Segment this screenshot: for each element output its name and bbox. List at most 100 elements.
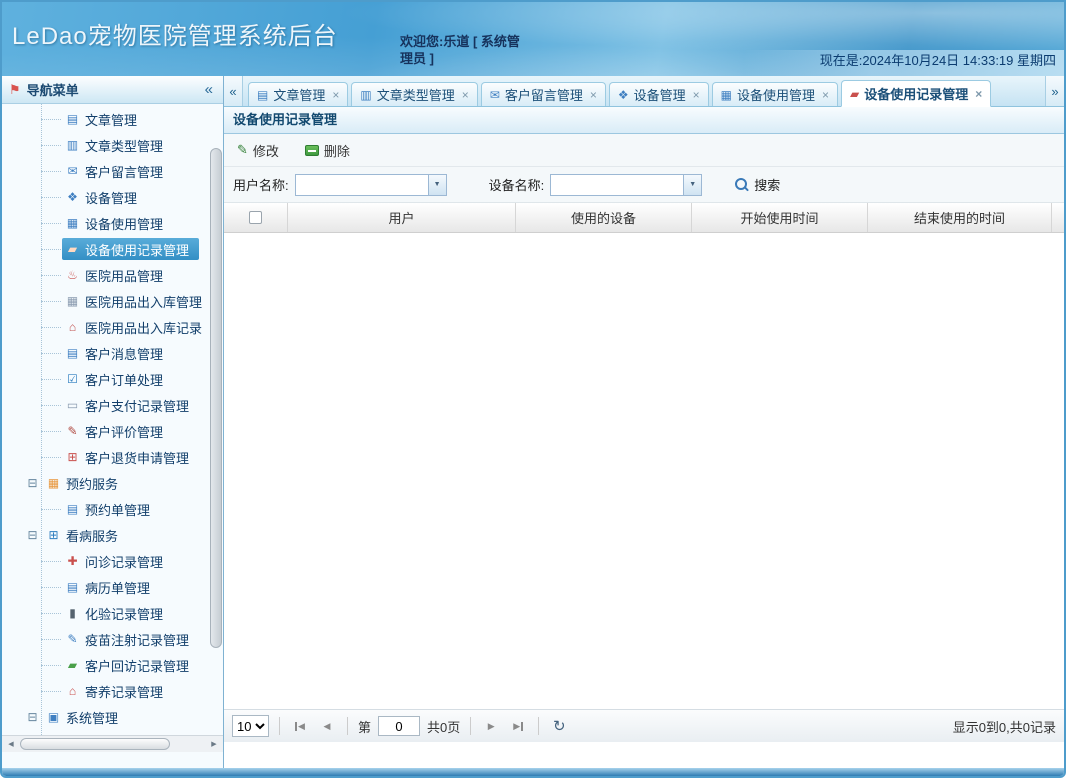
sidebar-item-article-mgmt[interactable]: ▤文章管理	[2, 106, 223, 132]
sidebar-item-supplies-inout-record[interactable]: ⌂医院用品出入库记录	[2, 314, 223, 340]
window-bottom-edge	[2, 768, 1064, 776]
sidebar-item-device-usage-record-mgmt[interactable]: ▰设备使用记录管理	[2, 236, 223, 262]
scroll-right-arrow-icon[interactable]: ▶	[207, 740, 221, 748]
tab-article-type-mgmt[interactable]: ▥文章类型管理×	[351, 82, 477, 106]
sidebar-item-supplies-inout-mgmt[interactable]: ▦医院用品出入库管理	[2, 288, 223, 314]
tab-label: 客户留言管理	[505, 85, 583, 104]
tab-device-usage-mgmt[interactable]: ▦设备使用管理×	[712, 82, 838, 106]
article-icon: ▤	[64, 112, 81, 126]
vaccine-record-icon: ✎	[64, 632, 81, 646]
article-type-icon: ▥	[360, 88, 371, 102]
tree-collapse-icon[interactable]: ⊟	[26, 711, 39, 723]
combo-arrow-icon[interactable]: ▼	[428, 175, 446, 195]
tabs-scroll-left-button[interactable]: «	[224, 76, 243, 106]
device-name-input[interactable]	[551, 175, 683, 195]
pager-separator	[347, 717, 348, 735]
tabs-scroll-right-button[interactable]: »	[1045, 76, 1064, 106]
sidebar-item-lab-record-mgmt[interactable]: ▮化验记录管理	[2, 600, 223, 626]
tab-close-icon[interactable]: ×	[693, 88, 700, 102]
current-datetime: 现在是:2024年10月24日 14:33:19 星期四	[820, 50, 1056, 69]
sidebar-item-medical-service[interactable]: ⊟⊞看病服务	[2, 522, 223, 548]
sidebar-item-customer-order-mgmt[interactable]: ☑客户订单处理	[2, 366, 223, 392]
edit-button-label: 修改	[253, 141, 279, 160]
sidebar-item-payment-record-mgmt[interactable]: ▭客户支付记录管理	[2, 392, 223, 418]
vertical-scroll-thumb[interactable]	[210, 148, 222, 648]
sidebar-item-label: 客户留言管理	[85, 162, 163, 181]
page-size-select[interactable]: 10	[232, 715, 269, 737]
combo-arrow-icon[interactable]: ▼	[683, 175, 701, 195]
sidebar-item-customer-comments-mgmt[interactable]: ✉客户留言管理	[2, 158, 223, 184]
sidebar-item-label: 疫苗注射记录管理	[85, 630, 189, 649]
sidebar-item-label: 病历单管理	[85, 578, 150, 597]
tab-device-usage-record-mgmt[interactable]: ▰设备使用记录管理×	[841, 80, 991, 107]
content-area: « ▤文章管理× ▥文章类型管理× ✉客户留言管理× ❖设备管理× ▦设备使用管…	[224, 76, 1064, 768]
sidebar-item-vaccine-record-mgmt[interactable]: ✎ 疫苗注射记录管理	[2, 626, 223, 652]
user-name-combobox: ▼	[295, 174, 447, 196]
tab-label: 设备使用记录管理	[864, 84, 968, 103]
sidebar-item-system-mgmt[interactable]: ⊟▣系统管理	[2, 704, 223, 730]
first-page-button[interactable]: ◀	[290, 715, 310, 737]
column-header-start-time[interactable]: 开始使用时间	[692, 203, 868, 232]
sidebar-item-label: 预约单管理	[85, 500, 150, 519]
column-header-end-time[interactable]: 结束使用的时间	[868, 203, 1052, 232]
medical-record-icon: ▤	[64, 580, 81, 594]
sidebar-title: 导航菜单	[27, 80, 196, 99]
sidebar-horizontal-scrollbar[interactable]: ◀ ▶	[2, 735, 223, 752]
tab-label: 设备使用管理	[737, 85, 815, 104]
next-page-button[interactable]: ▶	[481, 715, 501, 737]
sidebar-item-followup-record-mgmt[interactable]: ▰客户回访记录管理	[2, 652, 223, 678]
sidebar-item-evaluation-mgmt[interactable]: ✎ 客户评价管理	[2, 418, 223, 444]
device-icon: ❖	[64, 190, 81, 204]
select-all-checkbox[interactable]	[249, 211, 262, 224]
delete-button[interactable]: 删除	[300, 138, 355, 163]
scroll-left-arrow-icon[interactable]: ◀	[4, 740, 18, 748]
tab-customer-comments-mgmt[interactable]: ✉客户留言管理×	[481, 82, 606, 106]
tab-close-icon[interactable]: ×	[822, 88, 829, 102]
tab-close-icon[interactable]: ×	[332, 88, 339, 102]
horizontal-scroll-thumb[interactable]	[20, 738, 170, 750]
tab-close-icon[interactable]: ×	[975, 87, 982, 101]
previous-page-button[interactable]: ◀	[317, 715, 337, 737]
tab-article-mgmt[interactable]: ▤文章管理×	[248, 82, 348, 106]
sidebar-item-article-type-mgmt[interactable]: ▥文章类型管理	[2, 132, 223, 158]
sidebar-vertical-scrollbar[interactable]	[208, 104, 223, 735]
sidebar-item-hospital-supplies-mgmt[interactable]: ♨医院用品管理	[2, 262, 223, 288]
refresh-icon[interactable]: ↻	[549, 715, 569, 737]
tab-close-icon[interactable]: ×	[462, 88, 469, 102]
tab-close-icon[interactable]: ×	[590, 88, 597, 102]
column-header-device[interactable]: 使用的设备	[516, 203, 692, 232]
followup-record-icon: ▰	[64, 658, 81, 672]
sidebar-item-appointment-form-mgmt[interactable]: ▤ 预约单管理	[2, 496, 223, 522]
device-usage-record-icon: ▰	[64, 242, 81, 256]
sidebar-item-boarding-record-mgmt[interactable]: ⌂寄养记录管理	[2, 678, 223, 704]
search-button[interactable]: 搜索	[734, 175, 780, 194]
column-header-filler	[1052, 203, 1064, 232]
sidebar-item-customer-messages-mgmt[interactable]: ▤客户消息管理	[2, 340, 223, 366]
sidebar-item-medical-record-mgmt[interactable]: ▤ 病历单管理	[2, 574, 223, 600]
evaluation-icon: ✎	[64, 424, 81, 438]
sidebar-collapse-button[interactable]: «	[202, 81, 216, 98]
sidebar-item-label: 医院用品出入库管理	[85, 292, 202, 311]
sidebar-item-label: 系统管理	[66, 708, 118, 727]
column-header-user[interactable]: 用户	[288, 203, 516, 232]
select-all-cell	[224, 203, 288, 232]
appointment-form-icon: ▤	[64, 502, 81, 516]
sidebar-item-device-mgmt[interactable]: ❖设备管理	[2, 184, 223, 210]
pager-separator	[470, 717, 471, 735]
user-name-input[interactable]	[296, 175, 428, 195]
sidebar-item-consultation-record-mgmt[interactable]: ✚问诊记录管理	[2, 548, 223, 574]
sidebar-item-label: 客户评价管理	[85, 422, 163, 441]
sidebar-item-device-usage-mgmt[interactable]: ▦设备使用管理	[2, 210, 223, 236]
sidebar-item-return-request-mgmt[interactable]: ⊞客户退货申请管理	[2, 444, 223, 470]
edit-button[interactable]: ✎修改	[232, 138, 284, 163]
page-number-input[interactable]	[378, 716, 420, 736]
last-page-button[interactable]: ▶	[508, 715, 528, 737]
page-total-label: 共0页	[427, 717, 460, 736]
search-button-label: 搜索	[754, 175, 780, 194]
appointment-service-icon: ▦	[45, 476, 62, 490]
tree-collapse-icon[interactable]: ⊟	[26, 529, 39, 541]
tree-collapse-icon[interactable]: ⊟	[26, 477, 39, 489]
sidebar: ⚑ 导航菜单 « ▤文章管理 ▥文章类型管理 ✉客户留言管理 ❖设备管理 ▦设备…	[2, 76, 224, 768]
tab-device-mgmt[interactable]: ❖设备管理×	[609, 82, 709, 106]
sidebar-item-appointment-service[interactable]: ⊟▦预约服务	[2, 470, 223, 496]
